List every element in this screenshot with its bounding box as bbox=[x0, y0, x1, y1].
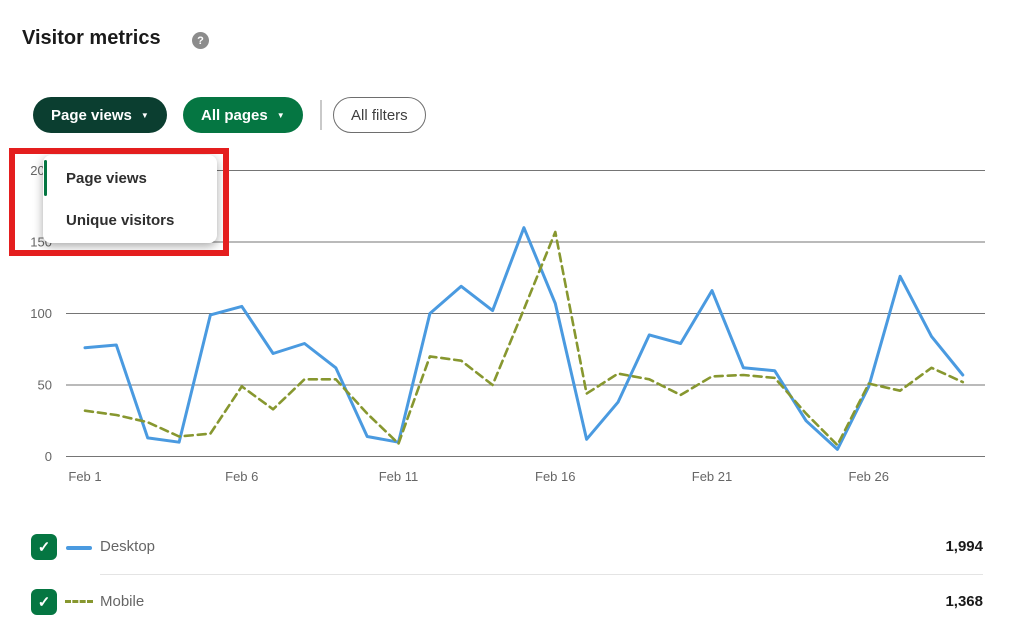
help-icon[interactable]: ? bbox=[192, 32, 209, 49]
visitor-metrics-panel: Visitor metrics ? Page views ▼ All pages… bbox=[0, 0, 1024, 637]
legend-row-desktop: ✓ Desktop 1,994 bbox=[0, 523, 1024, 571]
svg-text:Feb 16: Feb 16 bbox=[535, 469, 575, 484]
svg-text:Feb 26: Feb 26 bbox=[849, 469, 889, 484]
svg-text:Feb 1: Feb 1 bbox=[68, 469, 101, 484]
caret-down-icon: ▼ bbox=[141, 112, 149, 120]
filter-bar-divider bbox=[320, 100, 322, 130]
mobile-total-value: 1,368 bbox=[945, 593, 983, 610]
metric-dropdown-button[interactable]: Page views ▼ bbox=[33, 97, 167, 133]
mobile-legend-label: Mobile bbox=[100, 593, 144, 610]
all-filters-label: All filters bbox=[351, 107, 408, 124]
dropdown-option-label: Unique visitors bbox=[66, 212, 174, 229]
pages-dropdown-button[interactable]: All pages ▼ bbox=[183, 97, 303, 133]
svg-text:Feb 6: Feb 6 bbox=[225, 469, 258, 484]
dropdown-option-label: Page views bbox=[66, 170, 147, 187]
svg-text:Feb 21: Feb 21 bbox=[692, 469, 732, 484]
svg-text:100: 100 bbox=[30, 306, 52, 321]
desktop-legend-label: Desktop bbox=[100, 538, 155, 555]
dropdown-option-page-views[interactable]: Page views bbox=[43, 157, 217, 199]
checkmark-icon: ✓ bbox=[38, 593, 51, 611]
dropdown-option-unique-visitors[interactable]: Unique visitors bbox=[43, 199, 217, 241]
svg-text:0: 0 bbox=[45, 449, 52, 464]
legend-row-mobile: ✓ Mobile 1,368 bbox=[0, 578, 1024, 626]
metric-dropdown-menu: Page views Unique visitors bbox=[43, 155, 217, 243]
page-title: Visitor metrics bbox=[22, 27, 161, 50]
pages-dropdown-label: All pages bbox=[201, 107, 268, 124]
svg-text:Feb 11: Feb 11 bbox=[379, 469, 419, 484]
desktop-checkbox[interactable]: ✓ bbox=[31, 534, 57, 560]
desktop-total-value: 1,994 bbox=[945, 538, 983, 555]
all-filters-button[interactable]: All filters bbox=[333, 97, 426, 133]
mobile-line-sample bbox=[65, 600, 93, 603]
checkmark-icon: ✓ bbox=[38, 538, 51, 556]
desktop-line-sample bbox=[66, 546, 92, 550]
caret-down-icon: ▼ bbox=[277, 112, 285, 120]
legend-divider bbox=[100, 574, 983, 575]
mobile-checkbox[interactable]: ✓ bbox=[31, 589, 57, 615]
metric-dropdown-label: Page views bbox=[51, 107, 132, 124]
svg-text:50: 50 bbox=[38, 378, 52, 393]
